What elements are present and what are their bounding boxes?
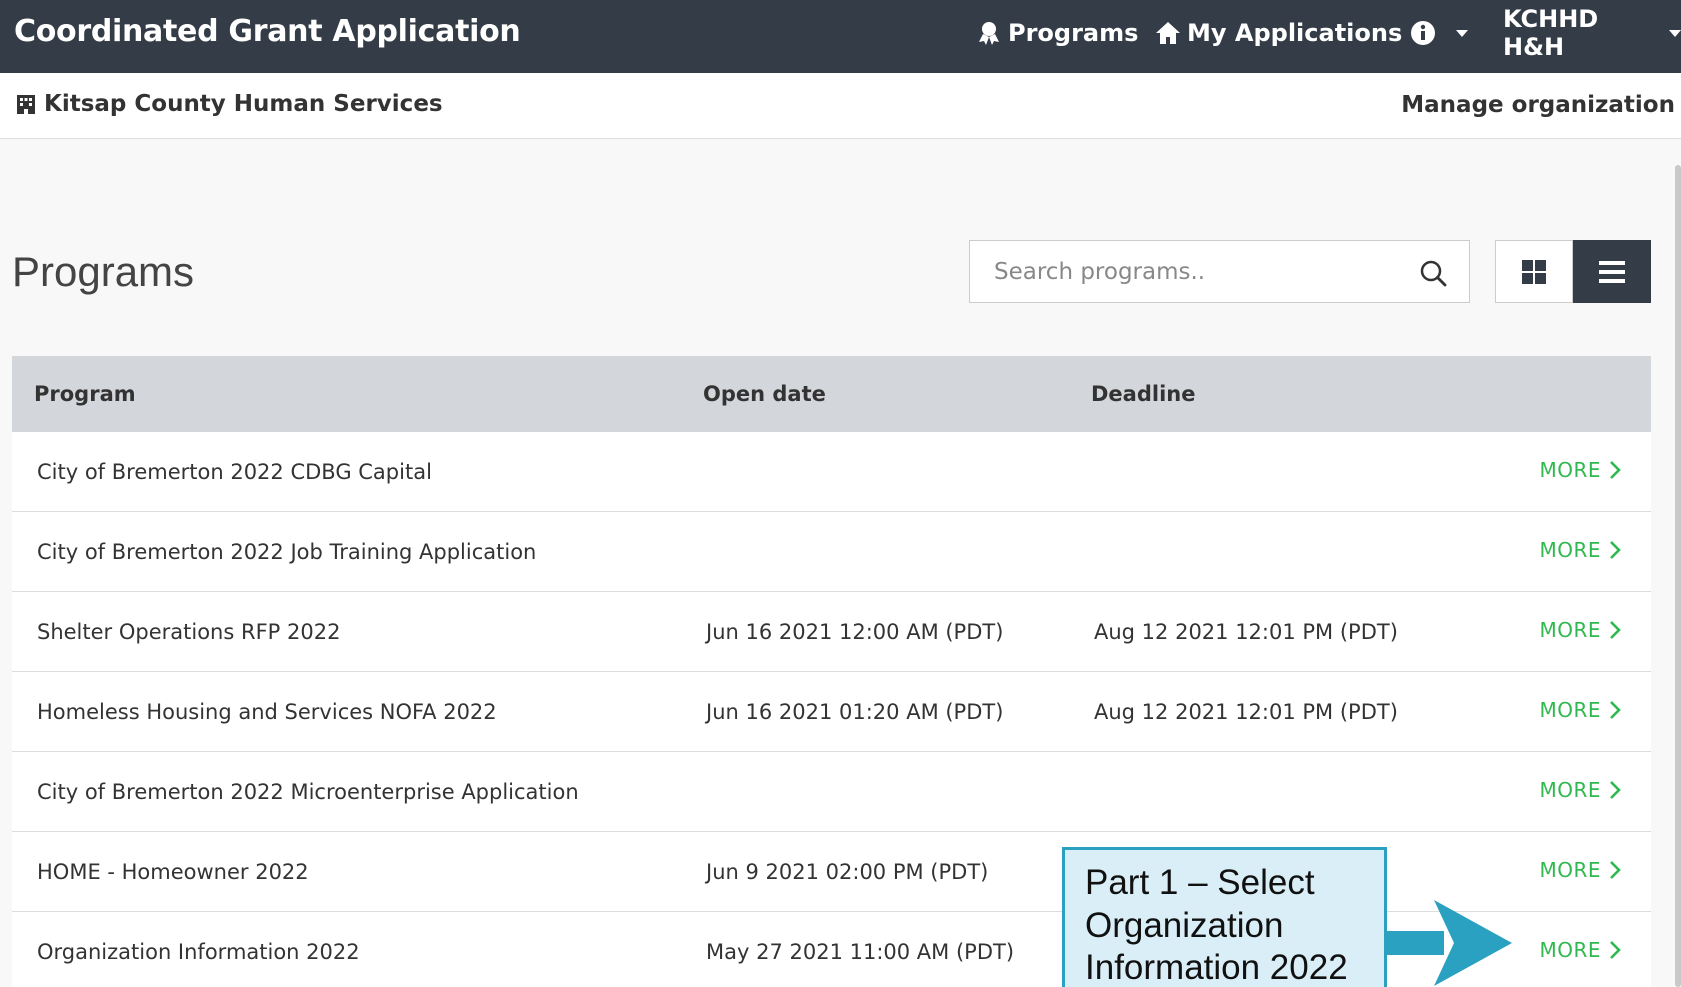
deadline: Aug 12 2021 12:01 PM (PDT) <box>1094 700 1398 724</box>
more-label: MORE <box>1539 778 1601 802</box>
app-title[interactable]: Coordinated Grant Application <box>14 14 521 49</box>
user-name: KCHHD H&H <box>1503 5 1599 61</box>
open-date: May 27 2021 11:00 AM (PDT) <box>706 940 1015 964</box>
more-label: MORE <box>1539 858 1601 882</box>
more-label: MORE <box>1539 698 1601 722</box>
program-name[interactable]: Organization Information 2022 <box>37 940 360 964</box>
list-view-button[interactable] <box>1573 240 1651 303</box>
column-header-open-date: Open date <box>703 382 826 406</box>
more-link[interactable]: MORE <box>1539 938 1621 962</box>
more-label: MORE <box>1539 538 1601 562</box>
list-icon <box>1599 260 1625 283</box>
open-date: Jun 16 2021 12:00 AM (PDT) <box>706 620 1004 644</box>
nav-programs[interactable]: Programs <box>976 16 1138 50</box>
building-icon <box>17 95 35 114</box>
more-link[interactable]: MORE <box>1539 618 1621 642</box>
chevron-right-icon <box>1610 621 1621 639</box>
open-date: Jun 9 2021 02:00 PM (PDT) <box>706 860 989 884</box>
grid-icon <box>1522 259 1546 284</box>
table-row[interactable]: Homeless Housing and Services NOFA 2022 J… <box>12 672 1651 752</box>
program-name[interactable]: City of Bremerton 2022 Job Training Appl… <box>37 540 536 564</box>
more-link[interactable]: MORE <box>1539 538 1621 562</box>
chevron-right-icon <box>1610 781 1621 799</box>
table-row[interactable]: City of Bremerton 2022 Microenterprise A… <box>12 752 1651 832</box>
table-row[interactable]: Shelter Operations RFP 2022 Jun 16 2021 1… <box>12 592 1651 672</box>
help-menu[interactable] <box>1410 16 1468 50</box>
program-name[interactable]: City of Bremerton 2022 Microenterprise A… <box>37 780 579 804</box>
program-name[interactable]: Homeless Housing and Services NOFA 2022 <box>37 700 497 724</box>
top-navbar: Coordinated Grant Application Programs M… <box>0 0 1681 73</box>
programs-table: Program Open date Deadline City of Breme… <box>12 356 1651 987</box>
organization-name[interactable]: Kitsap County Human Services <box>14 91 443 117</box>
more-label: MORE <box>1539 458 1601 482</box>
grid-view-button[interactable] <box>1495 240 1573 303</box>
home-icon <box>1156 22 1180 44</box>
search-input[interactable] <box>994 258 1414 285</box>
arrow-right-icon <box>1384 900 1512 986</box>
more-label: MORE <box>1539 938 1601 962</box>
program-name[interactable]: City of Bremerton 2022 CDBG Capital <box>37 460 432 484</box>
more-label: MORE <box>1539 618 1601 642</box>
chevron-down-icon <box>1669 29 1681 37</box>
column-header-program: Program <box>34 382 136 406</box>
chevron-down-icon <box>1456 29 1468 37</box>
scrollbar[interactable] <box>1675 165 1681 987</box>
search-icon[interactable] <box>1419 259 1447 287</box>
table-row[interactable]: City of Bremerton 2022 Job Training Appl… <box>12 512 1651 592</box>
nav-programs-label: Programs <box>1008 19 1139 47</box>
user-menu[interactable]: KCHHD H&H <box>1503 5 1681 61</box>
nav-my-applications[interactable]: My Applications <box>1155 16 1402 50</box>
manage-organization-link[interactable]: Manage organization <box>1401 92 1675 118</box>
info-icon <box>1411 21 1435 45</box>
page-title: Programs <box>12 248 195 295</box>
nav-my-applications-label: My Applications <box>1187 19 1403 47</box>
table-row[interactable]: City of Bremerton 2022 CDBG Capital MORE <box>12 432 1651 512</box>
deadline: Aug 12 2021 12:01 PM (PDT) <box>1094 620 1398 644</box>
chevron-right-icon <box>1610 541 1621 559</box>
more-link[interactable]: MORE <box>1539 458 1621 482</box>
more-link[interactable]: MORE <box>1539 858 1621 882</box>
chevron-right-icon <box>1610 941 1621 959</box>
instruction-callout: Part 1 – Select Organization Information… <box>1062 847 1387 987</box>
program-name[interactable]: Shelter Operations RFP 2022 <box>37 620 340 644</box>
award-icon <box>979 22 999 45</box>
open-date: Jun 16 2021 01:20 AM (PDT) <box>706 700 1004 724</box>
chevron-right-icon <box>1610 701 1621 719</box>
column-header-deadline: Deadline <box>1091 382 1196 406</box>
more-link[interactable]: MORE <box>1539 778 1621 802</box>
chevron-right-icon <box>1610 861 1621 879</box>
program-name[interactable]: HOME - Homeowner 2022 <box>37 860 309 884</box>
table-header: Program Open date Deadline <box>12 356 1651 432</box>
search-box <box>969 240 1470 303</box>
more-link[interactable]: MORE <box>1539 698 1621 722</box>
chevron-right-icon <box>1610 461 1621 479</box>
organization-bar: Kitsap County Human Services Manage orga… <box>0 73 1681 139</box>
organization-name-label: Kitsap County Human Services <box>44 91 443 117</box>
